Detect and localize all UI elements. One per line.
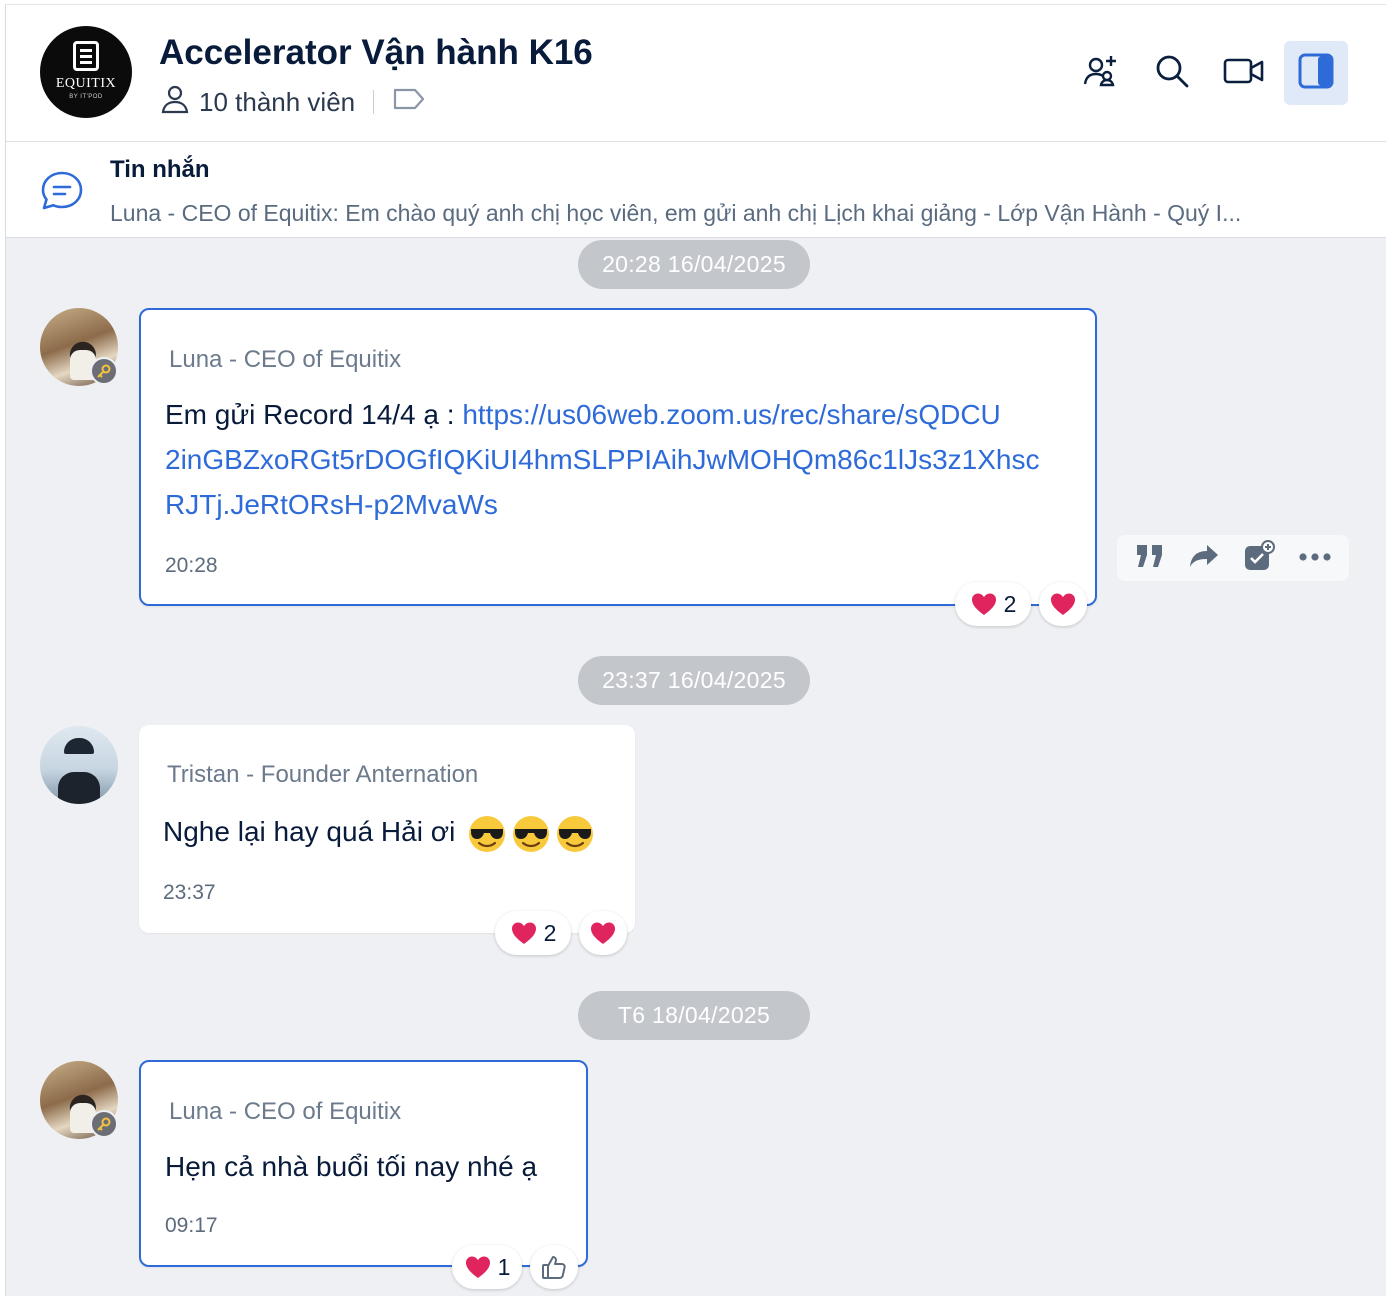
- heart-icon: [971, 593, 996, 615]
- more-icon[interactable]: [1298, 549, 1332, 567]
- pinned-title: Tin nhắn: [110, 156, 210, 183]
- message-text: Em gửi Record 14/4 ạ : https://us06web.z…: [165, 392, 1039, 527]
- heart-icon: [465, 1256, 490, 1278]
- sunglasses-emoji: [469, 815, 506, 852]
- divider: [373, 90, 375, 114]
- search-button[interactable]: [1140, 41, 1204, 105]
- reaction-count-badge[interactable]: 2: [495, 911, 571, 955]
- video-call-button[interactable]: [1212, 41, 1276, 105]
- chat-window: EQUITIX BY IT'POD Accelerator Vận hành K…: [5, 4, 1386, 1296]
- sunglasses-emoji: [513, 815, 550, 852]
- date-separator: T6 18/04/2025: [578, 991, 810, 1040]
- message-sender[interactable]: Luna - CEO of Equitix: [169, 346, 401, 374]
- members-info: 10 thành viên: [159, 85, 434, 119]
- message-bubble[interactable]: Luna - CEO of Equitix Em gửi Record 14/4…: [139, 308, 1097, 606]
- message-time: 23:37: [163, 881, 216, 904]
- pinned-message-bar[interactable]: Tin nhắn Luna - CEO of Equitix: Em chào …: [6, 142, 1386, 238]
- react-like-button[interactable]: [530, 1245, 578, 1289]
- reaction-count-badge[interactable]: 2: [955, 582, 1031, 626]
- message-bubble[interactable]: Tristan - Founder Anternation Nghe lại h…: [139, 725, 635, 933]
- reaction-count: 2: [543, 919, 557, 946]
- add-member-button[interactable]: [1068, 41, 1132, 105]
- date-separator: 23:37 16/04/2025: [578, 656, 810, 705]
- search-icon: [1153, 52, 1191, 95]
- reaction-count: 1: [497, 1253, 511, 1280]
- message-time: 09:17: [165, 1214, 218, 1237]
- video-call-icon: [1223, 55, 1265, 92]
- message-text: Hẹn cả nhà buổi tối nay nhé ạ: [165, 1151, 538, 1182]
- heart-icon: [511, 922, 536, 944]
- tag-icon[interactable]: [392, 86, 434, 119]
- message-sender[interactable]: Luna - CEO of Equitix: [169, 1098, 401, 1126]
- equitix-logo-icon: [73, 41, 99, 71]
- group-avatar[interactable]: EQUITIX BY IT'POD: [40, 26, 132, 118]
- message-link[interactable]: https://us06web.zoom.us/rec/share/sQDCU: [462, 399, 1000, 430]
- group-logo-text: EQUITIX: [55, 76, 117, 91]
- key-icon: [90, 357, 118, 385]
- user-icon: [159, 83, 199, 122]
- group-logo-subtext: BY IT'POD: [69, 94, 103, 100]
- react-heart-button[interactable]: [579, 911, 627, 955]
- message-bubble[interactable]: Luna - CEO of Equitix Hẹn cả nhà buổi tố…: [139, 1060, 588, 1267]
- sunglasses-emoji: [557, 815, 594, 852]
- reaction-count: 2: [1003, 590, 1017, 617]
- heart-icon: [1051, 593, 1075, 615]
- sidebar-toggle-button[interactable]: [1284, 41, 1348, 105]
- conversation-title[interactable]: Accelerator Vận hành K16: [159, 33, 593, 73]
- message-sender[interactable]: Tristan - Founder Anternation: [167, 761, 478, 789]
- chat-bubble-icon: [40, 170, 84, 217]
- thumbs-up-icon: [542, 1256, 566, 1279]
- message-time: 20:28: [165, 554, 218, 577]
- heart-icon: [591, 922, 615, 944]
- reaction-count-badge[interactable]: 1: [452, 1245, 522, 1289]
- pinned-preview: Luna - CEO of Equitix: Em chào quý anh c…: [110, 200, 1242, 226]
- message-link[interactable]: RJTj.JeRtORsH-p2MvaWs: [165, 489, 498, 520]
- add-task-icon[interactable]: [1243, 539, 1275, 577]
- quote-icon[interactable]: [1135, 543, 1165, 574]
- react-heart-button[interactable]: [1039, 582, 1087, 626]
- members-count[interactable]: 10 thành viên: [199, 87, 355, 118]
- date-separator: 20:28 16/04/2025: [578, 240, 810, 289]
- key-icon: [90, 1110, 118, 1138]
- add-member-icon: [1081, 52, 1119, 95]
- conversation-header: EQUITIX BY IT'POD Accelerator Vận hành K…: [6, 5, 1386, 142]
- avatar[interactable]: [40, 726, 118, 804]
- forward-icon[interactable]: [1188, 543, 1220, 574]
- message-actions-toolbar: [1117, 535, 1349, 581]
- sidebar-toggle-icon: [1298, 53, 1334, 94]
- message-link[interactable]: 2inGBZxoRGt5rDOGfIQKiUI4hmSLPPIAihJwMOHQ…: [165, 444, 1039, 475]
- message-text: Nghe lại hay quá Hải ơi: [163, 809, 595, 854]
- message-text-prefix: Em gửi Record 14/4 ạ :: [165, 399, 463, 430]
- message-text-content: Nghe lại hay quá Hải ơi: [163, 816, 456, 847]
